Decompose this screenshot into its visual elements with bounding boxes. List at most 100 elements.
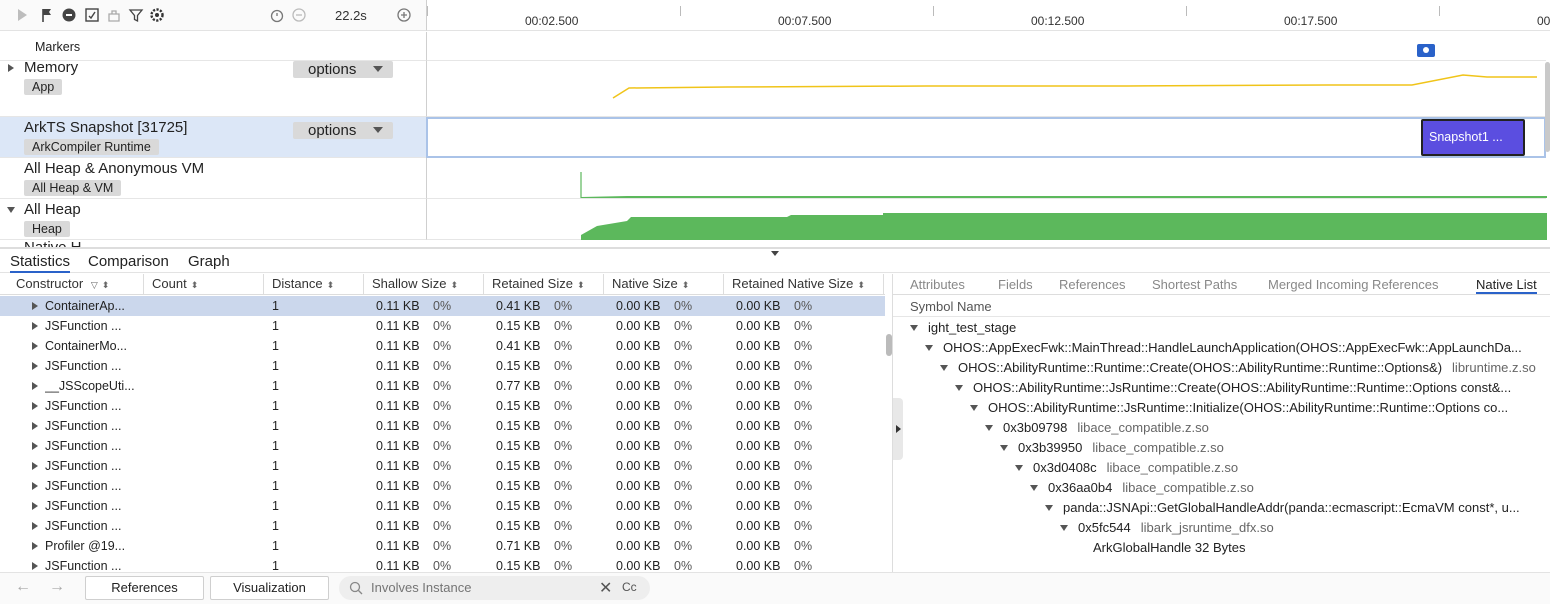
expand-arrow-icon[interactable] — [32, 322, 38, 330]
tab-merged-incoming-references[interactable]: Merged Incoming References — [1268, 277, 1439, 292]
col-retained-native-size[interactable]: Retained Native Size ⬍ — [724, 274, 884, 295]
table-row[interactable]: Profiler @19... 1 0.11 KB 0% 0.71 KB 0% 0.00 K… — [0, 536, 885, 556]
collapse-arrow-icon[interactable] — [910, 325, 918, 331]
col-shallow-size[interactable]: Shallow Size ⬍ — [364, 274, 484, 295]
snapshot-track-label[interactable]: ArkTS Snapshot [31725] ArkCompiler Runti… — [0, 117, 426, 158]
collapse-arrow-icon[interactable] — [1045, 505, 1053, 511]
collapse-arrow-icon[interactable] — [940, 365, 948, 371]
back-arrow-icon[interactable]: ← — [15, 578, 31, 596]
tab-attributes[interactable]: Attributes — [910, 277, 965, 292]
expand-arrow-icon[interactable] — [32, 402, 38, 410]
search-input[interactable] — [371, 580, 591, 595]
all-heap-track-label[interactable]: All Heap Heap — [0, 199, 426, 240]
tree-node[interactable]: panda::JSNApi::GetGlobalHandleAddr(panda… — [1045, 498, 1548, 518]
timeline-ruler[interactable]: 00:02.500 00:07.500 00:12.500 00:17.500 … — [426, 0, 1550, 31]
options-dropdown[interactable]: options — [293, 122, 393, 139]
tree-node[interactable]: 0x3b39950 libace_compatible.z.so — [1000, 438, 1548, 458]
heap-vm-track-label[interactable]: All Heap & Anonymous VM All Heap & VM — [0, 158, 426, 199]
table-row[interactable]: JSFunction ... 1 0.11 KB 0% 0.15 KB 0% 0.00 KB… — [0, 316, 885, 336]
zoom-out-icon[interactable] — [291, 7, 307, 23]
tab-fields[interactable]: Fields — [998, 277, 1033, 292]
tree-node[interactable]: 0x3d0408c libace_compatible.z.so — [1015, 458, 1548, 478]
tree-node[interactable]: OHOS::AbilityRuntime::Runtime::Create(OH… — [940, 358, 1548, 378]
table-row[interactable]: ContainerAp... 1 0.11 KB 0% 0.41 KB 0% 0.00 KB… — [0, 296, 885, 316]
expand-arrow-icon[interactable] — [32, 422, 38, 430]
collapse-arrow-icon[interactable] — [955, 385, 963, 391]
snapshot-block[interactable]: Snapshot1 ... — [1421, 119, 1525, 156]
table-row[interactable]: ContainerMo... 1 0.11 KB 0% 0.41 KB 0% 0.00 KB… — [0, 336, 885, 356]
capture-icon[interactable] — [84, 7, 100, 23]
memory-track-label[interactable]: Memory App options — [0, 59, 426, 117]
expand-arrow-icon[interactable] — [32, 342, 38, 350]
tree-node[interactable]: OHOS::AbilityRuntime::JsRuntime::Create(… — [955, 378, 1548, 398]
trash-icon[interactable] — [106, 7, 122, 23]
tree-node[interactable]: ArkGlobalHandle 32 Bytes — [1075, 538, 1548, 558]
all-heap-plot[interactable] — [426, 199, 1547, 240]
sort-icon[interactable]: ⬍ — [577, 280, 585, 290]
col-constructor[interactable]: Constructor ▽ ⬍ — [8, 274, 144, 295]
sort-icon[interactable]: ⬍ — [102, 280, 110, 290]
options-dropdown[interactable]: options — [293, 61, 393, 78]
sort-icon[interactable]: ⬍ — [682, 280, 690, 290]
sort-icon[interactable]: ⬍ — [191, 280, 199, 290]
table-row[interactable]: __JSScopeUti... 1 0.11 KB 0% 0.77 KB 0% 0.00 K… — [0, 376, 885, 396]
markers-plot[interactable] — [426, 32, 1546, 61]
tree-node[interactable]: 0x36aa0b4 libace_compatible.z.so — [1030, 478, 1548, 498]
table-row[interactable]: JSFunction ... 1 0.11 KB 0% 0.15 KB 0% 0.00 KB… — [0, 436, 885, 456]
col-distance[interactable]: Distance ⬍ — [264, 274, 364, 295]
tab-shortest-paths[interactable]: Shortest Paths — [1152, 277, 1237, 292]
col-native-size[interactable]: Native Size ⬍ — [604, 274, 724, 295]
collapse-arrow-icon[interactable] — [1060, 525, 1068, 531]
expand-arrow-icon[interactable] — [32, 502, 38, 510]
table-row[interactable]: JSFunction ... 1 0.11 KB 0% 0.15 KB 0% 0.00 KB… — [0, 516, 885, 536]
timer-icon[interactable] — [269, 7, 285, 23]
clear-icon[interactable]: ✕ — [599, 578, 612, 598]
expand-arrow-icon[interactable] — [32, 362, 38, 370]
tree-node[interactable]: OHOS::AppExecFwk::MainThread::HandleLaun… — [925, 338, 1548, 358]
table-row[interactable]: JSFunction ... 1 0.11 KB 0% 0.15 KB 0% 0.00 KB… — [0, 416, 885, 436]
filter-icon[interactable] — [128, 7, 144, 23]
tab-graph[interactable]: Graph — [188, 253, 230, 270]
expand-arrow-icon[interactable] — [32, 382, 38, 390]
expand-arrow-icon[interactable] — [32, 442, 38, 450]
symbol-name-header[interactable]: Symbol Name — [893, 297, 1550, 317]
table-row[interactable]: JSFunction ... 1 0.11 KB 0% 0.15 KB 0% 0.00 KB… — [0, 396, 885, 416]
stop-circle-icon[interactable] — [61, 7, 77, 23]
references-button[interactable]: References — [85, 576, 204, 600]
tree-node[interactable]: 0x3b09798 libace_compatible.z.so — [985, 418, 1548, 438]
camera-marker-icon[interactable] — [1417, 44, 1435, 57]
search-box[interactable]: ✕ Cc — [339, 576, 650, 600]
zoom-in-icon[interactable] — [396, 7, 412, 23]
heap-vm-plot[interactable] — [426, 158, 1547, 199]
case-sensitive-button[interactable]: Cc — [622, 580, 637, 594]
collapse-arrow-icon[interactable] — [970, 405, 978, 411]
table-row[interactable]: JSFunction ... 1 0.11 KB 0% 0.15 KB 0% 0.00 KB… — [0, 456, 885, 476]
table-row[interactable]: JSFunction ... 1 0.11 KB 0% 0.15 KB 0% 0.00 KB… — [0, 356, 885, 376]
collapse-arrow-icon[interactable] — [7, 207, 15, 213]
expand-arrow-icon[interactable] — [32, 462, 38, 470]
settings-gear-icon[interactable] — [149, 7, 165, 23]
flag-icon[interactable] — [39, 7, 55, 23]
col-retained-size[interactable]: Retained Size ⬍ — [484, 274, 604, 295]
expand-arrow-icon[interactable] — [8, 64, 14, 72]
sort-icon[interactable]: ⬍ — [327, 280, 335, 290]
collapse-arrow-icon[interactable] — [1015, 465, 1023, 471]
col-count[interactable]: Count ⬍ — [144, 274, 264, 295]
memory-plot[interactable] — [426, 61, 1546, 117]
table-row[interactable]: JSFunction ... 1 0.11 KB 0% 0.15 KB 0% 0.00 KB… — [0, 496, 885, 516]
play-icon[interactable] — [14, 7, 30, 23]
collapse-arrow-icon[interactable] — [925, 345, 933, 351]
sort-icon[interactable]: ⬍ — [450, 280, 458, 290]
expand-arrow-icon[interactable] — [32, 302, 38, 310]
tab-comparison[interactable]: Comparison — [88, 253, 169, 270]
collapse-arrow-icon[interactable] — [985, 425, 993, 431]
table-row[interactable]: JSFunction ... 1 0.11 KB 0% 0.15 KB 0% 0.00 KB… — [0, 476, 885, 496]
expand-arrow-icon[interactable] — [32, 562, 38, 570]
expand-arrow-icon[interactable] — [32, 542, 38, 550]
filter-icon[interactable]: ▽ — [91, 280, 98, 290]
expand-arrow-icon[interactable] — [32, 482, 38, 490]
snapshot-plot[interactable]: Snapshot1 ... — [426, 117, 1546, 158]
visualization-button[interactable]: Visualization — [210, 576, 329, 600]
forward-arrow-icon[interactable]: → — [49, 578, 65, 596]
expand-arrow-icon[interactable] — [32, 522, 38, 530]
